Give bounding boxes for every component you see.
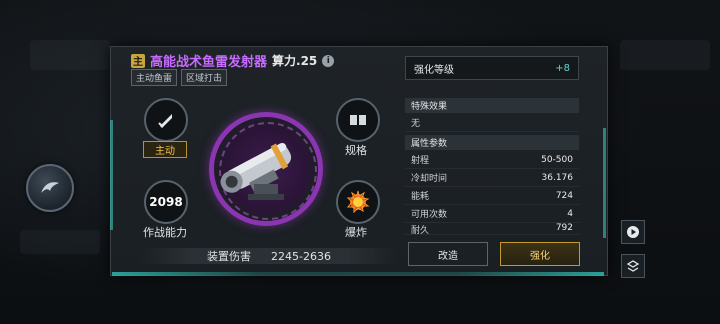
damage-label: 装置伤害	[207, 250, 252, 263]
enhance-label: 强化等级	[414, 64, 454, 76]
attribute-name: 能耗	[411, 192, 430, 202]
combat-value: 2098	[149, 195, 183, 209]
item-title-row: 主 高能战术鱼雷发射器 算力.25 i	[131, 51, 335, 70]
panel-accent-left	[110, 120, 113, 230]
layers-icon	[626, 260, 640, 272]
damage-bar: 装置伤害 2245-2636	[140, 248, 398, 264]
attribute-row: 冷却时间 36.176	[405, 169, 579, 187]
tag-torpedo: 主动鱼雷	[131, 69, 178, 86]
enhance-level-box: 强化等级 +8	[405, 56, 579, 80]
play-button[interactable]	[621, 220, 645, 244]
faction-emblem-icon[interactable]	[26, 164, 74, 212]
attributes-header: 属性参数	[405, 135, 579, 150]
item-title: 高能战术鱼雷发射器	[150, 55, 268, 70]
attribute-value: 50-500	[541, 154, 573, 165]
attribute-name: 射程	[411, 156, 430, 166]
attribute-value: 4	[567, 208, 573, 219]
layers-button[interactable]	[621, 254, 645, 278]
attribute-row: 可用次数 4	[405, 205, 579, 223]
attribute-row: 耐久 792	[405, 223, 579, 235]
special-effect-header: 特殊效果	[405, 98, 579, 113]
tag-area-strike: 区域打击	[181, 69, 228, 86]
panel-accent-right	[603, 128, 606, 238]
damage-value: 2245-2636	[271, 249, 331, 263]
info-icon[interactable]: i	[322, 54, 335, 67]
torpedo-launcher-icon	[220, 142, 292, 200]
grade-tag: 主	[131, 53, 145, 68]
play-icon	[627, 226, 639, 238]
background-blur	[30, 40, 110, 70]
attribute-value: 792	[555, 223, 573, 233]
attribute-value: 36.176	[541, 172, 574, 183]
attribute-value: 724	[555, 190, 573, 201]
special-effect-value: 无	[411, 119, 421, 129]
explode-label: 爆炸	[345, 226, 367, 239]
explosion-icon	[346, 190, 370, 214]
item-tags: 主动鱼雷 区域打击	[131, 69, 228, 86]
background-blur	[20, 230, 100, 254]
spec-node[interactable]	[336, 98, 380, 142]
active-label: 主动	[143, 141, 187, 158]
attribute-name: 可用次数	[411, 210, 448, 220]
attribute-name: 冷却时间	[411, 174, 448, 184]
enhance-value: +8	[555, 62, 570, 74]
explode-node[interactable]	[336, 180, 380, 224]
spec-boxes-icon	[350, 115, 366, 125]
enhance-button[interactable]: 强化	[500, 242, 580, 266]
spec-label: 规格	[345, 144, 367, 157]
remodel-button[interactable]: 改造	[408, 242, 488, 266]
background-blur	[620, 40, 710, 70]
attribute-row: 能耗 724	[405, 187, 579, 205]
combat-label: 作战能力	[143, 226, 187, 239]
attribute-row: 射程 50-500	[405, 151, 579, 169]
panel-bottom-frame	[112, 272, 604, 276]
missile-icon	[158, 114, 172, 128]
active-node[interactable]	[144, 98, 188, 142]
attribute-name: 耐久	[411, 226, 430, 235]
power-value: 算力.25	[272, 54, 318, 68]
special-effect-row: 无	[405, 114, 579, 132]
combat-node: 2098	[144, 180, 188, 224]
